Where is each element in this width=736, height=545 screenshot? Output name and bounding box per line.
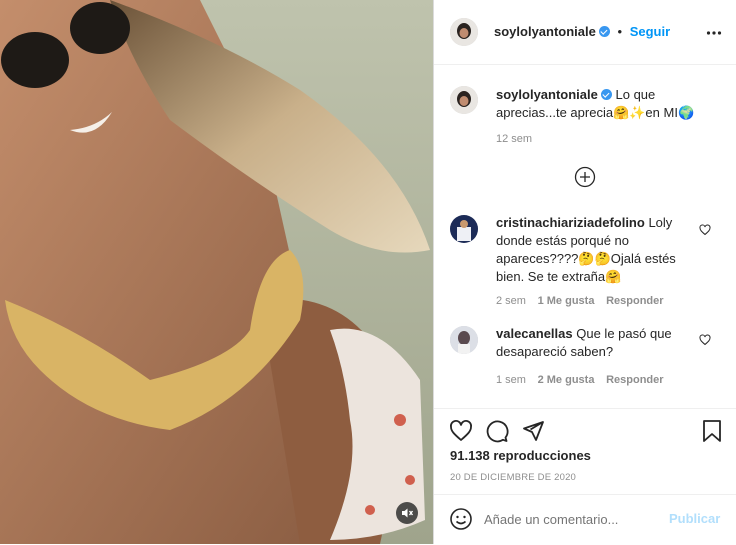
comment-like-heart-icon[interactable] [699,334,711,346]
post-video[interactable] [0,0,433,544]
post-header: soylolyantoniale • Seguir [434,0,736,65]
comment-likes[interactable]: 2 Me gusta [538,374,595,386]
post-modal: soylolyantoniale • Seguir soylolyantonia… [0,0,736,544]
verified-badge-icon [600,89,612,100]
follow-button[interactable]: Seguir [630,24,670,39]
sound-off-icon[interactable] [396,502,418,524]
verified-badge-icon [598,26,610,37]
caption: soylolyantoniale Lo que aprecias...te ap… [496,86,706,122]
comment-time: 2 sem [496,295,526,307]
comment-time: 1 sem [496,374,526,386]
caption-username[interactable]: soylolyantoniale [496,87,598,102]
post-side-panel: soylolyantoniale • Seguir soylolyantonia… [433,0,736,544]
comment-avatar[interactable] [450,326,478,354]
action-bar: 91.138 reproducciones 20 DE DICIEMBRE DE… [434,408,736,483]
avatar[interactable] [450,18,478,46]
comment-icon[interactable] [485,419,509,443]
comment-username[interactable]: valecanellas [496,326,573,341]
bookmark-icon[interactable] [701,419,723,443]
add-comment-bar: Publicar [434,494,736,545]
comment-input[interactable] [484,506,664,532]
username-link[interactable]: soylolyantoniale [494,24,596,39]
views-count[interactable]: 91.138 reproducciones [450,448,591,463]
post-date[interactable]: 20 DE DICIEMBRE DE 2020 [450,472,576,483]
video-frame-image [0,0,433,544]
reply-button[interactable]: Responder [606,295,663,307]
more-horizontal-icon[interactable] [706,25,722,41]
reply-button[interactable]: Responder [606,374,663,386]
header-user: soylolyantoniale • Seguir [494,24,670,39]
comment-meta: 2 sem 1 Me gusta Responder [496,292,664,307]
publish-button[interactable]: Publicar [669,511,720,526]
heart-icon[interactable] [449,419,473,443]
send-icon[interactable] [521,419,545,443]
caption-avatar[interactable] [450,86,478,114]
caption-time: 12 sem [496,133,533,145]
smiley-icon[interactable] [449,507,473,531]
comment-like-heart-icon[interactable] [699,224,711,236]
dot-separator: • [617,24,623,39]
comment-item: valecanellas Que le pasó que desapareció… [496,325,706,361]
comment-avatar[interactable] [450,215,478,243]
comment-item: cristinachiariziadefolino Loly donde est… [496,214,706,286]
comment-likes[interactable]: 1 Me gusta [538,295,595,307]
plus-circle-icon[interactable] [574,166,596,188]
comment-meta: 1 sem 2 Me gusta Responder [496,371,664,386]
comment-username[interactable]: cristinachiariziadefolino [496,215,645,230]
